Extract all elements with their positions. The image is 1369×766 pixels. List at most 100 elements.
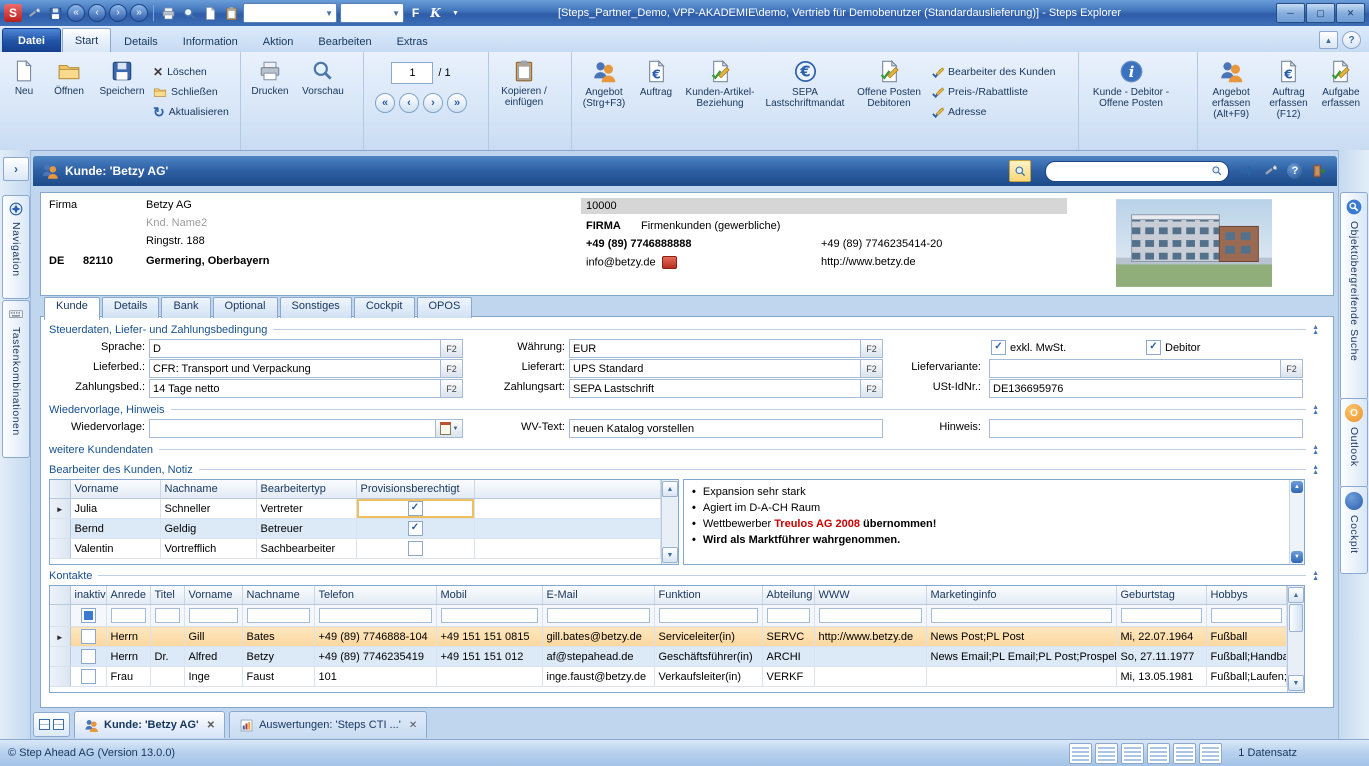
- filter-input[interactable]: [188, 608, 238, 623]
- provision-checkbox[interactable]: ✓: [407, 521, 423, 536]
- tab-list-control[interactable]: [33, 712, 70, 737]
- section-collapse-icon[interactable]: ▲ ▲: [1312, 404, 1319, 416]
- provision-checkbox[interactable]: ✓: [407, 501, 423, 516]
- tab-start[interactable]: Start: [61, 28, 112, 52]
- paste-icon[interactable]: [222, 4, 240, 22]
- column-header[interactable]: Geburtstag: [1116, 586, 1207, 605]
- date-picker-button[interactable]: ▼: [436, 419, 463, 438]
- tab-aktion[interactable]: Aktion: [251, 31, 306, 52]
- print-icon[interactable]: [159, 4, 177, 22]
- section-collapse-icon[interactable]: ▲ ▲: [1312, 464, 1319, 476]
- sepa-lastschriftmandat-button[interactable]: SEPA Lastschriftmandat: [761, 54, 849, 137]
- sidebar-tab-outlook[interactable]: O Outlook: [1340, 398, 1368, 488]
- filter-input[interactable]: [658, 608, 758, 623]
- loeschen-button[interactable]: ✕ Löschen: [151, 62, 231, 82]
- tab-datei[interactable]: Datei: [2, 28, 61, 52]
- zahlungsart-input[interactable]: [569, 379, 861, 398]
- print-preview-icon[interactable]: [180, 4, 198, 22]
- preis-rabattliste-item[interactable]: Preis-/Rabattliste: [929, 82, 1057, 102]
- fontsize-combobox[interactable]: ▼: [340, 3, 404, 23]
- kontakt-row[interactable]: Herrn Dr. Alfred Betzy +49 (89) 77462354…: [50, 646, 1287, 667]
- filter-input[interactable]: [1120, 608, 1202, 623]
- aufgabe-erfassen-button[interactable]: Aufgabe erfassen: [1316, 54, 1366, 137]
- filter-input[interactable]: [546, 608, 650, 623]
- ribbon-collapse-icon[interactable]: ▲: [1319, 31, 1338, 49]
- section-collapse-icon[interactable]: ▲ ▲: [1312, 324, 1319, 336]
- scrollbar-thumb[interactable]: [1289, 604, 1303, 632]
- copy-icon[interactable]: [201, 4, 219, 22]
- f2-button[interactable]: F2: [1281, 359, 1303, 378]
- column-header[interactable]: Nachname: [242, 586, 315, 605]
- lieferart-input[interactable]: [569, 359, 861, 378]
- tab-cockpit[interactable]: Cockpit: [353, 297, 415, 318]
- zoom-plus-icon[interactable]: [1009, 160, 1031, 182]
- filter-input[interactable]: [318, 608, 432, 623]
- filter-input[interactable]: [1210, 608, 1282, 623]
- scroll-down-icon[interactable]: ▼: [1288, 675, 1304, 691]
- scroll-down-icon[interactable]: ▼: [662, 547, 678, 563]
- offene-posten-debitoren-button[interactable]: Offene Posten Debitoren: [849, 54, 929, 137]
- filter-input[interactable]: [930, 608, 1112, 623]
- f2-button[interactable]: F2: [441, 359, 463, 378]
- view-icon[interactable]: [1121, 742, 1145, 764]
- nav-last-button[interactable]: »: [130, 4, 148, 22]
- column-header[interactable]: Anrede: [106, 586, 151, 605]
- auftrag-button[interactable]: Auftrag: [633, 54, 679, 137]
- f2-button[interactable]: F2: [441, 379, 463, 398]
- customer-email[interactable]: info@betzy.de: [586, 256, 656, 268]
- scroll-up-icon[interactable]: ▲: [1291, 481, 1303, 493]
- help-icon[interactable]: ?: [1287, 163, 1303, 179]
- tab-kunde[interactable]: Kunde: [44, 297, 100, 320]
- column-header[interactable]: WWW: [814, 586, 927, 605]
- column-header[interactable]: Mobil: [436, 586, 543, 605]
- vertical-scrollbar[interactable]: ▲ ▼: [661, 480, 678, 564]
- minimize-button[interactable]: ─: [1276, 3, 1305, 23]
- tab-details[interactable]: Details: [101, 297, 160, 318]
- filter-input[interactable]: [246, 608, 310, 623]
- section-collapse-icon[interactable]: ▲ ▲: [1312, 570, 1319, 582]
- bearbeiter-row[interactable]: Valentin Vortrefflich Sachbearbeiter: [50, 538, 661, 559]
- vorschau-button[interactable]: Vorschau: [296, 54, 350, 137]
- document-tab-auswertungen[interactable]: Auswertungen: 'Steps CTI ...' ✕: [229, 711, 428, 738]
- nav-prev-button[interactable]: ‹: [88, 4, 106, 22]
- view-icon[interactable]: [1095, 742, 1119, 764]
- column-header[interactable]: Marketinginfo: [926, 586, 1117, 605]
- close-tab-icon[interactable]: ✕: [409, 720, 417, 731]
- liefervariante-input[interactable]: [989, 359, 1281, 378]
- filter-input[interactable]: [766, 608, 810, 623]
- column-header[interactable]: Vorname: [184, 586, 243, 605]
- record-last-button[interactable]: »: [447, 93, 467, 113]
- page-number-input[interactable]: [391, 62, 434, 84]
- sidebar-tab-cockpit[interactable]: Cockpit: [1340, 486, 1368, 574]
- column-header[interactable]: inaktiv: [70, 586, 107, 605]
- inaktiv-checkbox[interactable]: [80, 629, 96, 644]
- tab-details[interactable]: Details: [112, 31, 170, 52]
- angebot-erfassen-button[interactable]: Angebot erfassen (Alt+F9): [1201, 54, 1261, 137]
- column-header[interactable]: Funktion: [654, 586, 763, 605]
- speichern-button[interactable]: Speichern: [93, 54, 151, 137]
- kunden-artikel-beziehung-button[interactable]: Kunden-Artikel-Beziehung: [679, 54, 761, 137]
- view-icon[interactable]: [1173, 742, 1197, 764]
- tools-icon[interactable]: [1261, 161, 1281, 181]
- column-header[interactable]: Hobbys: [1206, 586, 1287, 605]
- scroll-up-icon[interactable]: ▲: [1288, 587, 1304, 603]
- exit-icon[interactable]: [1309, 161, 1329, 181]
- column-header[interactable]: E-Mail: [542, 586, 655, 605]
- column-header[interactable]: Vorname: [70, 480, 161, 499]
- provision-checkbox[interactable]: [407, 541, 423, 556]
- column-header[interactable]: Titel: [150, 586, 185, 605]
- note-scrollbar[interactable]: ▲ ▼: [1289, 480, 1304, 564]
- customer-website[interactable]: http://www.betzy.de: [821, 256, 916, 268]
- view-icon[interactable]: [1069, 742, 1093, 764]
- lieferbed-input[interactable]: [149, 359, 441, 378]
- tab-extras[interactable]: Extras: [385, 31, 440, 52]
- column-header[interactable]: Nachname: [160, 480, 257, 499]
- window-menu-icon[interactable]: [25, 4, 43, 22]
- tab-opos[interactable]: OPOS: [416, 297, 473, 318]
- ustid-input[interactable]: [989, 379, 1303, 398]
- kunde-debitor-offene-posten-button[interactable]: Kunde - Debitor - Offene Posten: [1082, 54, 1180, 137]
- filter-input[interactable]: [154, 608, 180, 623]
- bearbeiter-row[interactable]: Bernd Geldig Betreuer ✓: [50, 518, 661, 539]
- record-next-button[interactable]: ›: [423, 93, 443, 113]
- filter-input[interactable]: [110, 608, 146, 623]
